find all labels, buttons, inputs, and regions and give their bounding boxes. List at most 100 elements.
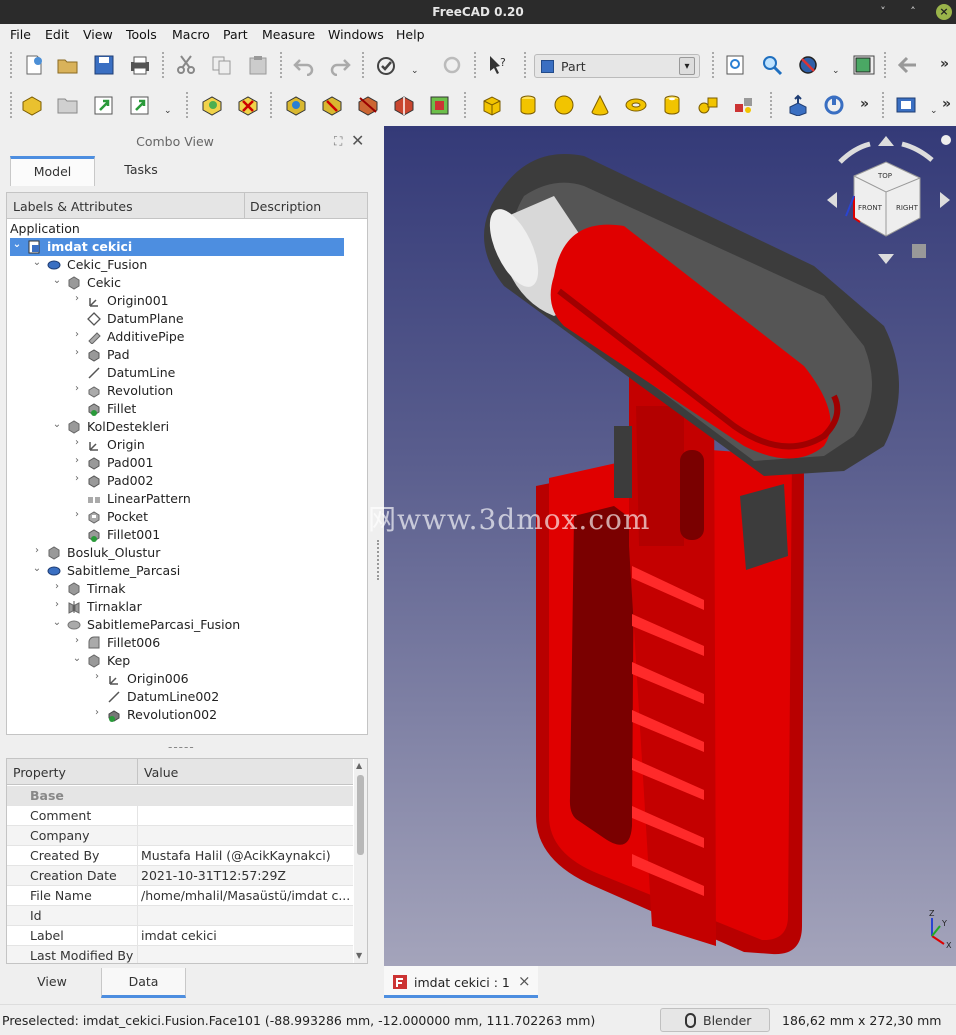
toolbar-grip[interactable] — [524, 52, 527, 78]
tree-item-cekic-fusion[interactable]: ⌄ Cekic_Fusion — [10, 256, 364, 274]
maximize-button[interactable]: ˄ — [905, 4, 921, 20]
tree-item-pad001[interactable]: › Pad001 — [10, 454, 364, 472]
draw-style-icon[interactable] — [796, 54, 820, 76]
toolbar-grip[interactable] — [884, 52, 887, 78]
section-cut-icon[interactable] — [356, 94, 380, 116]
navigation-style-button[interactable]: Blender — [660, 1008, 770, 1032]
menu-macro[interactable]: Macro — [172, 27, 210, 42]
property-row[interactable]: Comment — [7, 806, 353, 826]
toolbar-more-button[interactable]: » — [860, 96, 869, 112]
toolbar-grip[interactable] — [362, 52, 365, 78]
tree-item-pad[interactable]: › Pad — [10, 346, 364, 364]
chevron-down-icon[interactable]: ⌄ — [164, 106, 172, 116]
refresh-check-icon[interactable] — [374, 54, 398, 76]
tree-item-datumline[interactable]: DatumLine — [10, 364, 364, 382]
torus-icon[interactable] — [624, 94, 648, 116]
back-arrow-icon[interactable] — [896, 54, 920, 76]
property-value[interactable]: /home/mhalil/Masaüstü/imdat c... — [141, 888, 350, 903]
toolbar-grip[interactable] — [882, 92, 885, 118]
cut-scissors-icon[interactable] — [174, 54, 198, 76]
extrude-icon[interactable] — [786, 94, 810, 116]
property-row[interactable]: Last Modified By — [7, 946, 353, 963]
print-icon[interactable] — [128, 54, 152, 76]
toolbar-grip[interactable] — [770, 92, 773, 118]
select-filter-icon[interactable] — [200, 94, 224, 116]
property-row[interactable]: Id — [7, 906, 353, 926]
toolbar-grip[interactable] — [10, 52, 13, 78]
property-header-value[interactable]: Value — [144, 765, 178, 780]
zoom-icon[interactable] — [760, 54, 784, 76]
boolean-icon[interactable] — [392, 94, 416, 116]
chevron-down-icon[interactable]: ⌄ — [71, 653, 83, 664]
chevron-right-icon[interactable]: › — [71, 635, 83, 646]
shape-builder-icon[interactable] — [732, 94, 756, 116]
property-row[interactable]: File Name/home/mhalil/Masaüstü/imdat c..… — [7, 886, 353, 906]
new-document-icon[interactable] — [22, 54, 46, 76]
tree-item-origin[interactable]: › Origin — [10, 436, 364, 454]
scrollbar-thumb[interactable] — [357, 775, 364, 855]
navigation-cube[interactable]: TOP FRONT RIGHT — [827, 135, 951, 264]
toolbar-more-button[interactable]: » — [940, 56, 949, 72]
tree-header-labels[interactable]: Labels & Attributes — [13, 199, 133, 214]
chevron-down-icon[interactable]: ⌄ — [411, 66, 419, 76]
tree-item-origin001[interactable]: › Origin001 — [10, 292, 364, 310]
menu-edit[interactable]: Edit — [45, 27, 69, 42]
tree-item-sabitlemeparcasi-fusion[interactable]: ⌄ SabitlemeParcasi_Fusion — [10, 616, 364, 634]
toolbar-grip[interactable] — [162, 52, 165, 78]
selection-remove-icon[interactable] — [320, 94, 344, 116]
3d-viewport[interactable]: TOP FRONT RIGHT X Y Z — [384, 126, 956, 966]
chevron-right-icon[interactable]: › — [71, 455, 83, 466]
undo-icon[interactable] — [292, 54, 316, 76]
save-icon[interactable] — [92, 54, 116, 76]
open-folder-icon[interactable] — [56, 54, 80, 76]
close-tab-icon[interactable]: × — [518, 972, 531, 990]
chevron-right-icon[interactable]: › — [71, 329, 83, 340]
tree-item-imdat-cekici[interactable]: ⌄ imdat cekici — [10, 238, 344, 256]
tree-item-fillet006[interactable]: › Fillet006 — [10, 634, 364, 652]
menu-measure[interactable]: Measure — [262, 27, 315, 42]
property-row[interactable]: Creation Date 2021-10-31T12:57:29Z — [7, 866, 353, 886]
chevron-right-icon[interactable]: › — [71, 293, 83, 304]
menu-help[interactable]: Help — [396, 27, 425, 42]
chevron-right-icon[interactable]: › — [71, 383, 83, 394]
tree-item-datumline002[interactable]: DatumLine002 — [10, 688, 364, 706]
tree-item-additivepipe[interactable]: › AdditivePipe — [10, 328, 364, 346]
bounding-box-icon[interactable] — [852, 54, 876, 76]
property-row[interactable]: Label imdat cekici — [7, 926, 353, 946]
view-box-icon[interactable] — [894, 94, 918, 116]
tab-tasks[interactable]: Tasks — [95, 156, 187, 186]
tree-item-tirnak[interactable]: › Tirnak — [10, 580, 364, 598]
property-value[interactable]: Mustafa Halil (@AcikKaynakci) — [141, 848, 331, 863]
3d-model-render[interactable]: TOP FRONT RIGHT X Y Z — [384, 126, 956, 966]
fit-all-icon[interactable] — [724, 54, 748, 76]
toolbar-grip[interactable] — [474, 52, 477, 78]
tree-header-description[interactable]: Description — [250, 199, 321, 214]
chevron-down-icon[interactable]: ⌄ — [51, 275, 63, 286]
tree-item-revolution[interactable]: › Revolution — [10, 382, 364, 400]
cylinder-icon[interactable] — [516, 94, 540, 116]
chevron-down-icon[interactable]: ⌄ — [31, 257, 43, 268]
chevron-right-icon[interactable]: › — [71, 509, 83, 520]
tree-item-fillet[interactable]: Fillet — [10, 400, 364, 418]
menu-tools[interactable]: Tools — [126, 27, 157, 42]
property-group-row[interactable]: Base — [7, 786, 353, 806]
chevron-down-icon[interactable]: ⌄ — [31, 563, 43, 574]
navcube-face-top[interactable]: TOP — [877, 172, 892, 180]
cube-icon[interactable] — [480, 94, 504, 116]
recompute-icon[interactable] — [440, 54, 464, 76]
property-value[interactable]: 2021-10-31T12:57:29Z — [141, 868, 286, 883]
measure-icon[interactable] — [428, 94, 452, 116]
sphere-icon[interactable] — [552, 94, 576, 116]
tree-item-datumplane[interactable]: DatumPlane — [10, 310, 364, 328]
part-create-icon[interactable] — [20, 94, 44, 116]
panel-divider[interactable]: ----- — [168, 740, 195, 754]
toolbar-grip[interactable] — [712, 52, 715, 78]
navcube-face-right[interactable]: RIGHT — [896, 204, 919, 212]
chevron-right-icon[interactable]: › — [51, 599, 63, 610]
select-filter-clear-icon[interactable] — [236, 94, 260, 116]
minimize-button[interactable]: ˅ — [875, 4, 891, 20]
tree-item-tirnaklar[interactable]: › Tirnaklar — [10, 598, 364, 616]
redo-icon[interactable] — [328, 54, 352, 76]
menu-windows[interactable]: Windows — [328, 27, 384, 42]
copy-icon[interactable] — [210, 54, 234, 76]
